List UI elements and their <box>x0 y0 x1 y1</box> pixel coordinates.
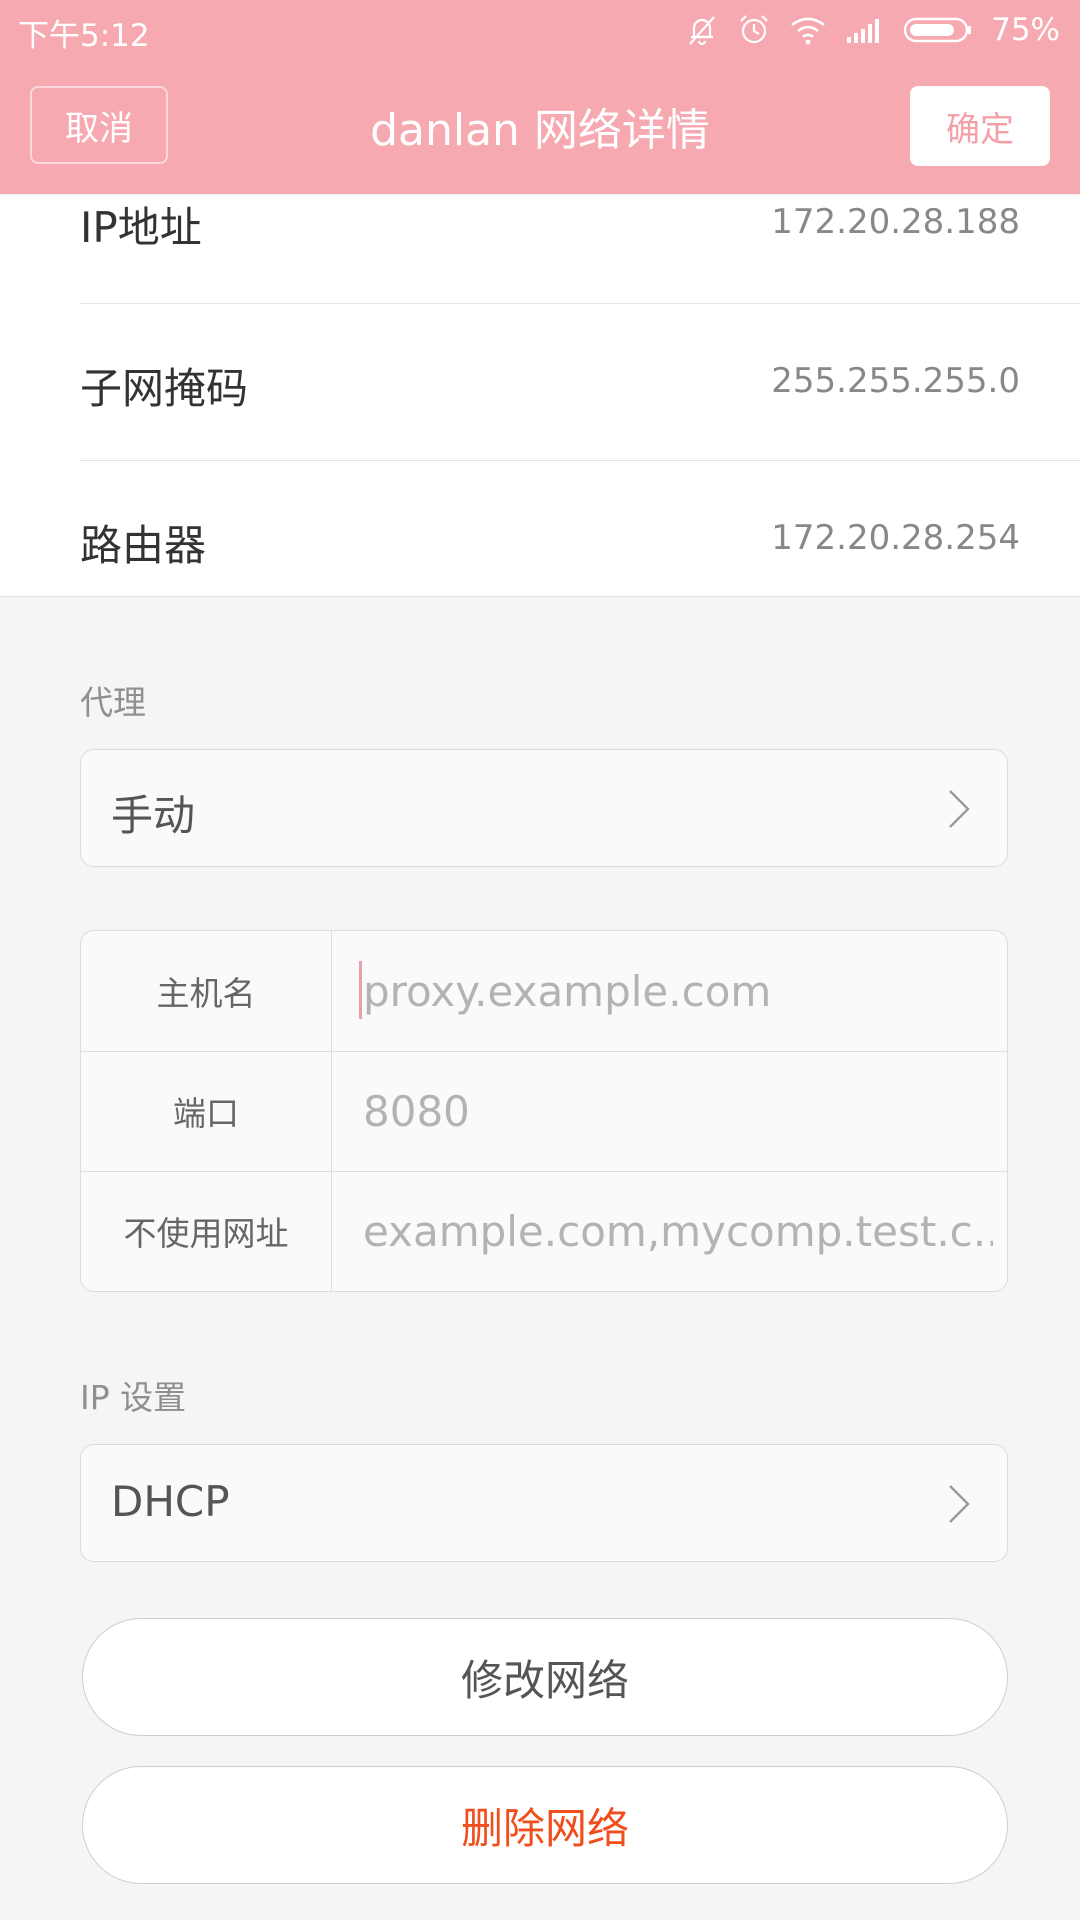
proxy-hostname-row: 主机名 proxy.example.com <box>81 931 1007 1052</box>
delete-network-button[interactable]: 删除网络 <box>82 1766 1008 1884</box>
proxy-mode-value: 手动 <box>111 791 196 840</box>
ip-settings-select[interactable]: DHCP <box>80 1444 1008 1562</box>
top-bar: 下午5:12 75% 取消 danlan 网络详情 确定 <box>0 0 1080 194</box>
ip-settings-section-label: IP 设置 <box>80 1378 187 1417</box>
info-row-value: 172.20.28.254 <box>771 518 1020 558</box>
proxy-section-label: 代理 <box>80 683 146 722</box>
confirm-button[interactable]: 确定 <box>910 86 1050 166</box>
info-row-label: IP地址 <box>80 203 202 252</box>
modify-network-button[interactable]: 修改网络 <box>82 1618 1008 1736</box>
status-icons: 75% <box>685 10 1060 50</box>
chevron-right-icon <box>947 788 971 834</box>
proxy-bypass-label: 不使用网址 <box>81 1171 332 1291</box>
ip-settings-value: DHCP <box>111 1477 230 1526</box>
proxy-port-label: 端口 <box>81 1051 332 1171</box>
network-info-list: IP地址 172.20.28.188 子网掩码 255.255.255.0 路由… <box>0 150 1080 597</box>
info-row-label: 子网掩码 <box>80 364 249 413</box>
proxy-bypass-row: 不使用网址 example.com,mycomp.test.c... <box>81 1171 1007 1291</box>
alarm-icon <box>737 13 771 47</box>
mute-bell-icon <box>685 13 719 47</box>
text-cursor <box>359 961 362 1019</box>
chevron-right-icon <box>947 1483 971 1529</box>
proxy-hostname-label: 主机名 <box>81 931 332 1051</box>
proxy-port-input[interactable]: 8080 <box>363 1051 993 1171</box>
proxy-port-row: 端口 8080 <box>81 1051 1007 1172</box>
nav-bar: 取消 danlan 网络详情 确定 <box>0 86 1080 166</box>
info-row-label: 路由器 <box>80 521 207 570</box>
proxy-bypass-input[interactable]: example.com,mycomp.test.c... <box>363 1171 993 1291</box>
battery-percent: 75% <box>991 12 1060 48</box>
proxy-mode-select[interactable]: 手动 <box>80 749 1008 867</box>
status-bar: 下午5:12 75% <box>0 0 1080 60</box>
info-row-subnet-mask: 子网掩码 255.255.255.0 <box>80 303 1080 461</box>
battery-icon <box>903 15 973 45</box>
proxy-fields-table: 主机名 proxy.example.com 端口 8080 不使用网址 exam… <box>80 930 1008 1292</box>
status-time: 下午5:12 <box>18 18 150 54</box>
signal-icon <box>845 15 885 45</box>
proxy-hostname-input[interactable]: proxy.example.com <box>363 931 993 1051</box>
info-row-value: 255.255.255.0 <box>771 361 1020 401</box>
info-row-value: 172.20.28.188 <box>771 202 1020 242</box>
wifi-icon <box>789 15 827 45</box>
info-row-router: 路由器 172.20.28.254 <box>80 460 1080 617</box>
